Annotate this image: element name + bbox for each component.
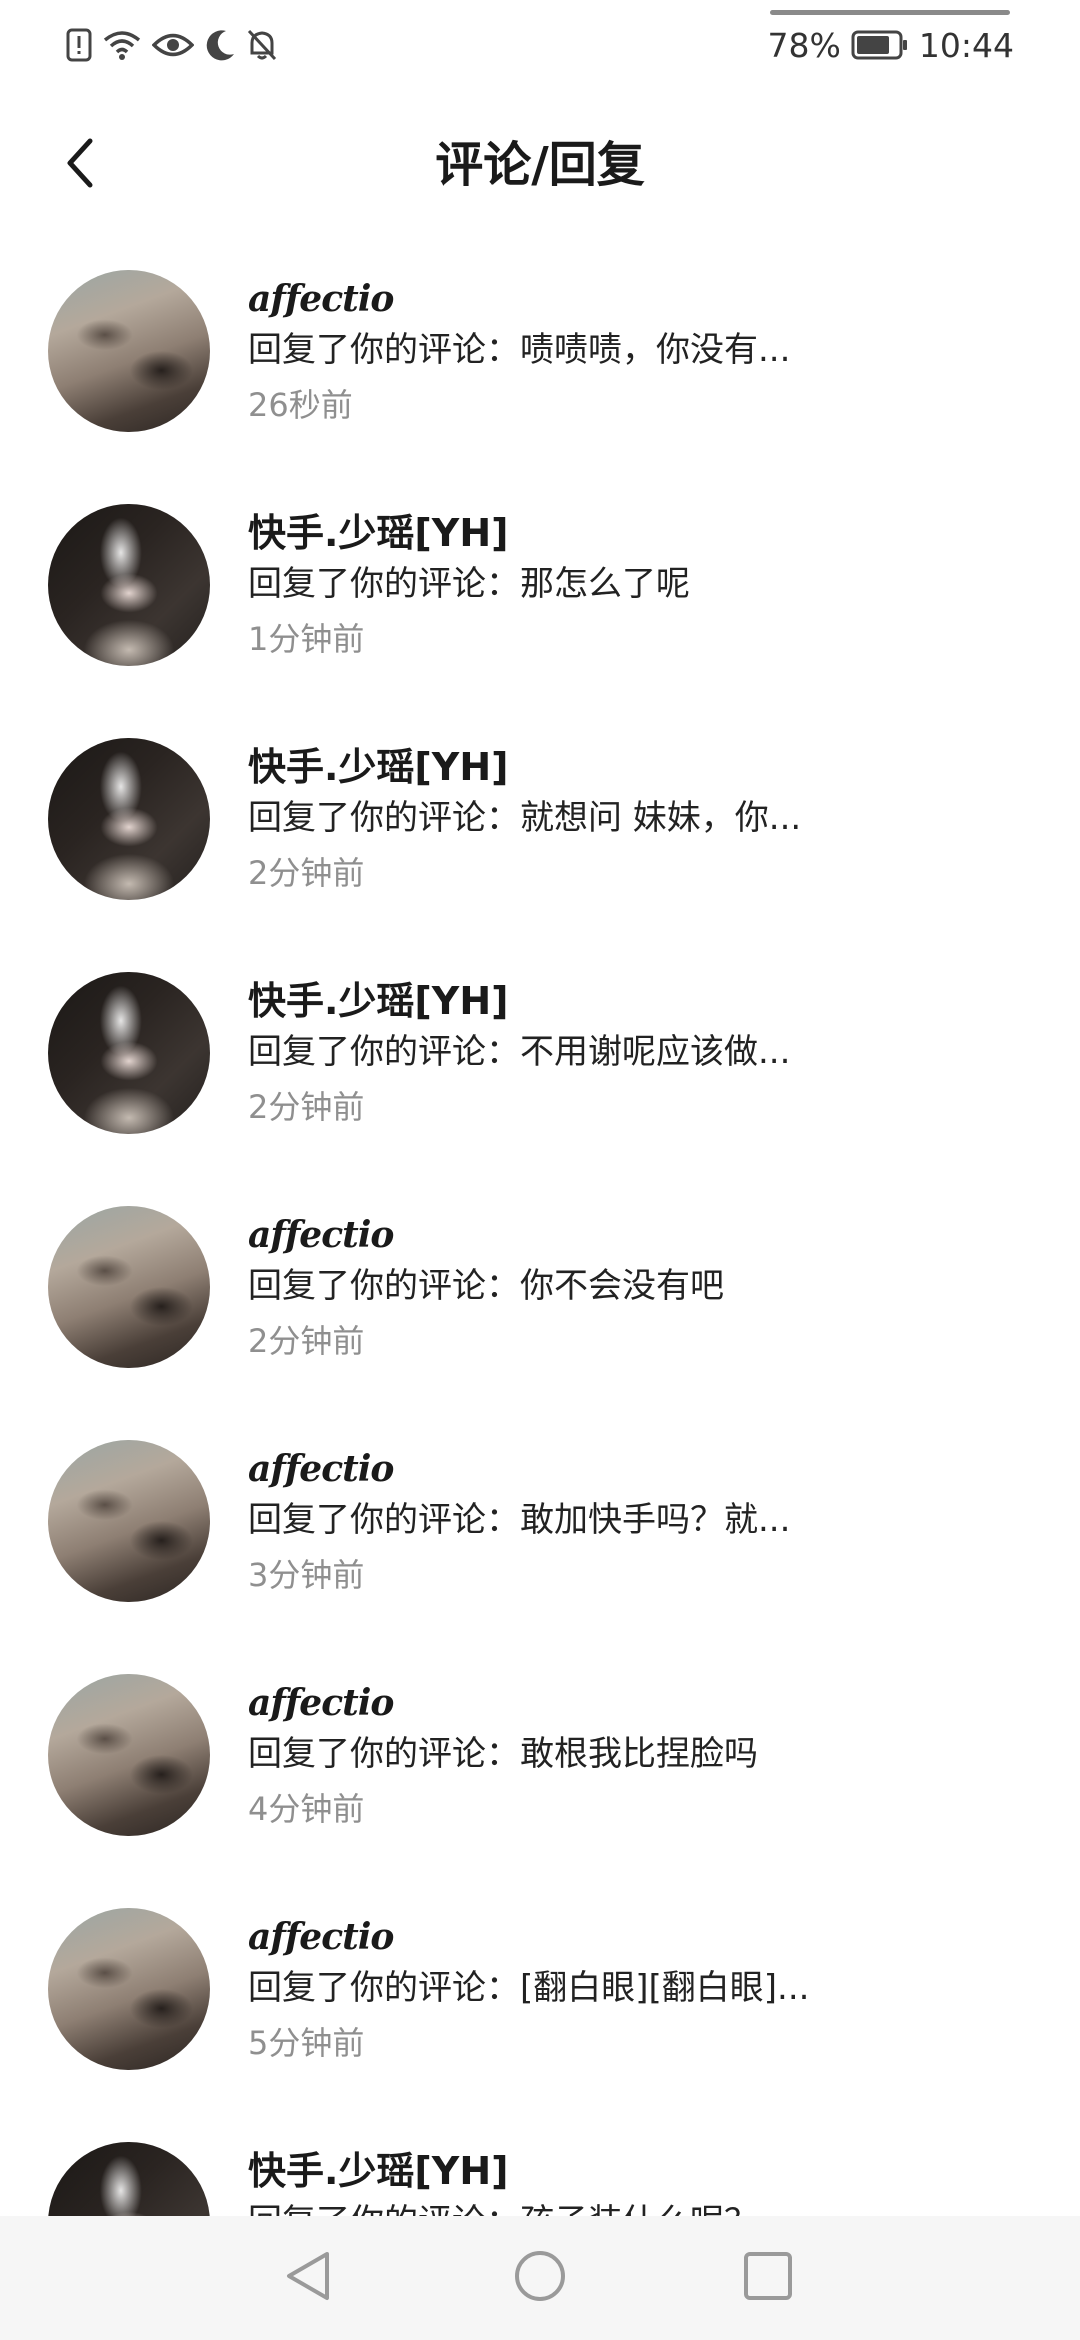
reply-text: 回复了你的评论：啧啧啧，你没有... (248, 330, 791, 370)
notification-text: affectio 回复了你的评论：敢根我比捏脸吗 4分钟前 (248, 1680, 1040, 1836)
clock-time: 10:44 (918, 25, 1014, 65)
notification-text: affectio 回复了你的评论：[翻白眼][翻白眼]... 5分钟前 (248, 1914, 1040, 2070)
notification-item[interactable]: affectio 回复了你的评论：你不会没有吧 2分钟前 (0, 1206, 1080, 1440)
nav-back-button[interactable] (268, 2238, 348, 2318)
avatar[interactable] (48, 504, 210, 666)
user-name[interactable]: affectio (248, 1680, 1040, 1726)
notification-text: 快手.少瑶[YH] 回复了你的评论：就想问 妹妹，你... 2分钟前 (248, 744, 1040, 900)
nav-recents-button[interactable] (728, 2238, 808, 2318)
user-name[interactable]: affectio (248, 1446, 1040, 1492)
timestamp: 26秒前 (248, 386, 353, 424)
timestamp: 1分钟前 (248, 620, 365, 658)
avatar[interactable] (48, 972, 210, 1134)
timestamp: 2分钟前 (248, 1088, 365, 1126)
user-name[interactable]: affectio (248, 1212, 1040, 1258)
reply-text: 回复了你的评论：就想问 妹妹，你... (248, 798, 802, 838)
status-icons-left (66, 24, 278, 66)
nav-back-icon (283, 2248, 333, 2308)
alert-icon (66, 28, 92, 62)
battery-percent: 78% (767, 25, 841, 65)
page-title: 评论/回复 (435, 137, 645, 193)
reply-text: 回复了你的评论：敢根我比捏脸吗 (248, 1734, 758, 1774)
notification-item[interactable]: affectio 回复了你的评论：敢根我比捏脸吗 4分钟前 (0, 1674, 1080, 1908)
user-name[interactable]: 快手.少瑶[YH] (248, 978, 1040, 1024)
nav-home-icon (512, 2248, 568, 2308)
battery-icon (851, 30, 909, 60)
user-name[interactable]: 快手.少瑶[YH] (248, 2148, 1040, 2194)
notification-item[interactable]: 快手.少瑶[YH] 回复了你的评论：不用谢呢应该做... 2分钟前 (0, 972, 1080, 1206)
avatar[interactable] (48, 1908, 210, 2070)
notification-text: affectio 回复了你的评论：敢加快手吗？就... 3分钟前 (248, 1446, 1040, 1602)
wifi-icon (102, 28, 142, 62)
nav-recents-icon (742, 2250, 794, 2306)
reply-text: 回复了你的评论：敢加快手吗？就... (248, 1500, 791, 1540)
notification-text: 快手.少瑶[YH] 回复了你的评论：不用谢呢应该做... 2分钟前 (248, 978, 1040, 1134)
notification-item[interactable]: affectio 回复了你的评论：敢加快手吗？就... 3分钟前 (0, 1440, 1080, 1674)
timestamp: 2分钟前 (248, 1322, 365, 1360)
notification-list[interactable]: affectio 回复了你的评论：啧啧啧，你没有... 26秒前快手.少瑶[YH] 回… (0, 270, 1080, 2340)
reply-text: 回复了你的评论：[翻白眼][翻白眼]... (248, 1968, 810, 2008)
timestamp: 4分钟前 (248, 1790, 365, 1828)
avatar[interactable] (48, 1206, 210, 1368)
header: 评论/回复 (0, 100, 1080, 230)
status-bar: 78% 10:44 (0, 0, 1080, 90)
notification-item[interactable]: affectio 回复了你的评论：[翻白眼][翻白眼]... 5分钟前 (0, 1908, 1080, 2142)
user-name[interactable]: affectio (248, 1914, 1040, 1960)
timestamp: 5分钟前 (248, 2024, 365, 2062)
notification-text: affectio 回复了你的评论：啧啧啧，你没有... 26秒前 (248, 276, 1040, 432)
reply-text: 回复了你的评论：那怎么了呢 (248, 564, 690, 604)
notification-text: 快手.少瑶[YH] 回复了你的评论：那怎么了呢 1分钟前 (248, 510, 1040, 666)
nav-home-button[interactable] (500, 2238, 580, 2318)
moon-icon (204, 28, 236, 62)
user-name[interactable]: 快手.少瑶[YH] (248, 510, 1040, 556)
avatar[interactable] (48, 1440, 210, 1602)
notification-item[interactable]: 快手.少瑶[YH] 回复了你的评论：就想问 妹妹，你... 2分钟前 (0, 738, 1080, 972)
system-nav-bar (0, 2216, 1080, 2340)
user-name[interactable]: 快手.少瑶[YH] (248, 744, 1040, 790)
status-indicator-line (770, 10, 1010, 15)
status-right: 78% 10:44 (768, 24, 1014, 66)
notification-text: affectio 回复了你的评论：你不会没有吧 2分钟前 (248, 1212, 1040, 1368)
avatar[interactable] (48, 270, 210, 432)
screen: 78% 10:44 评论/回复 affectio 回复了你的评论：啧啧啧，你没有.… (0, 0, 1080, 2340)
notification-item[interactable]: 快手.少瑶[YH] 回复了你的评论：那怎么了呢 1分钟前 (0, 504, 1080, 738)
avatar[interactable] (48, 738, 210, 900)
timestamp: 3分钟前 (248, 1556, 365, 1594)
reply-text: 回复了你的评论：不用谢呢应该做... (248, 1032, 791, 1072)
timestamp: 2分钟前 (248, 854, 365, 892)
notification-item[interactable]: affectio 回复了你的评论：啧啧啧，你没有... 26秒前 (0, 270, 1080, 504)
reply-text: 回复了你的评论：你不会没有吧 (248, 1266, 724, 1306)
user-name[interactable]: affectio (248, 276, 1040, 322)
bell-off-icon (246, 28, 278, 62)
eye-icon (152, 30, 194, 60)
avatar[interactable] (48, 1674, 210, 1836)
